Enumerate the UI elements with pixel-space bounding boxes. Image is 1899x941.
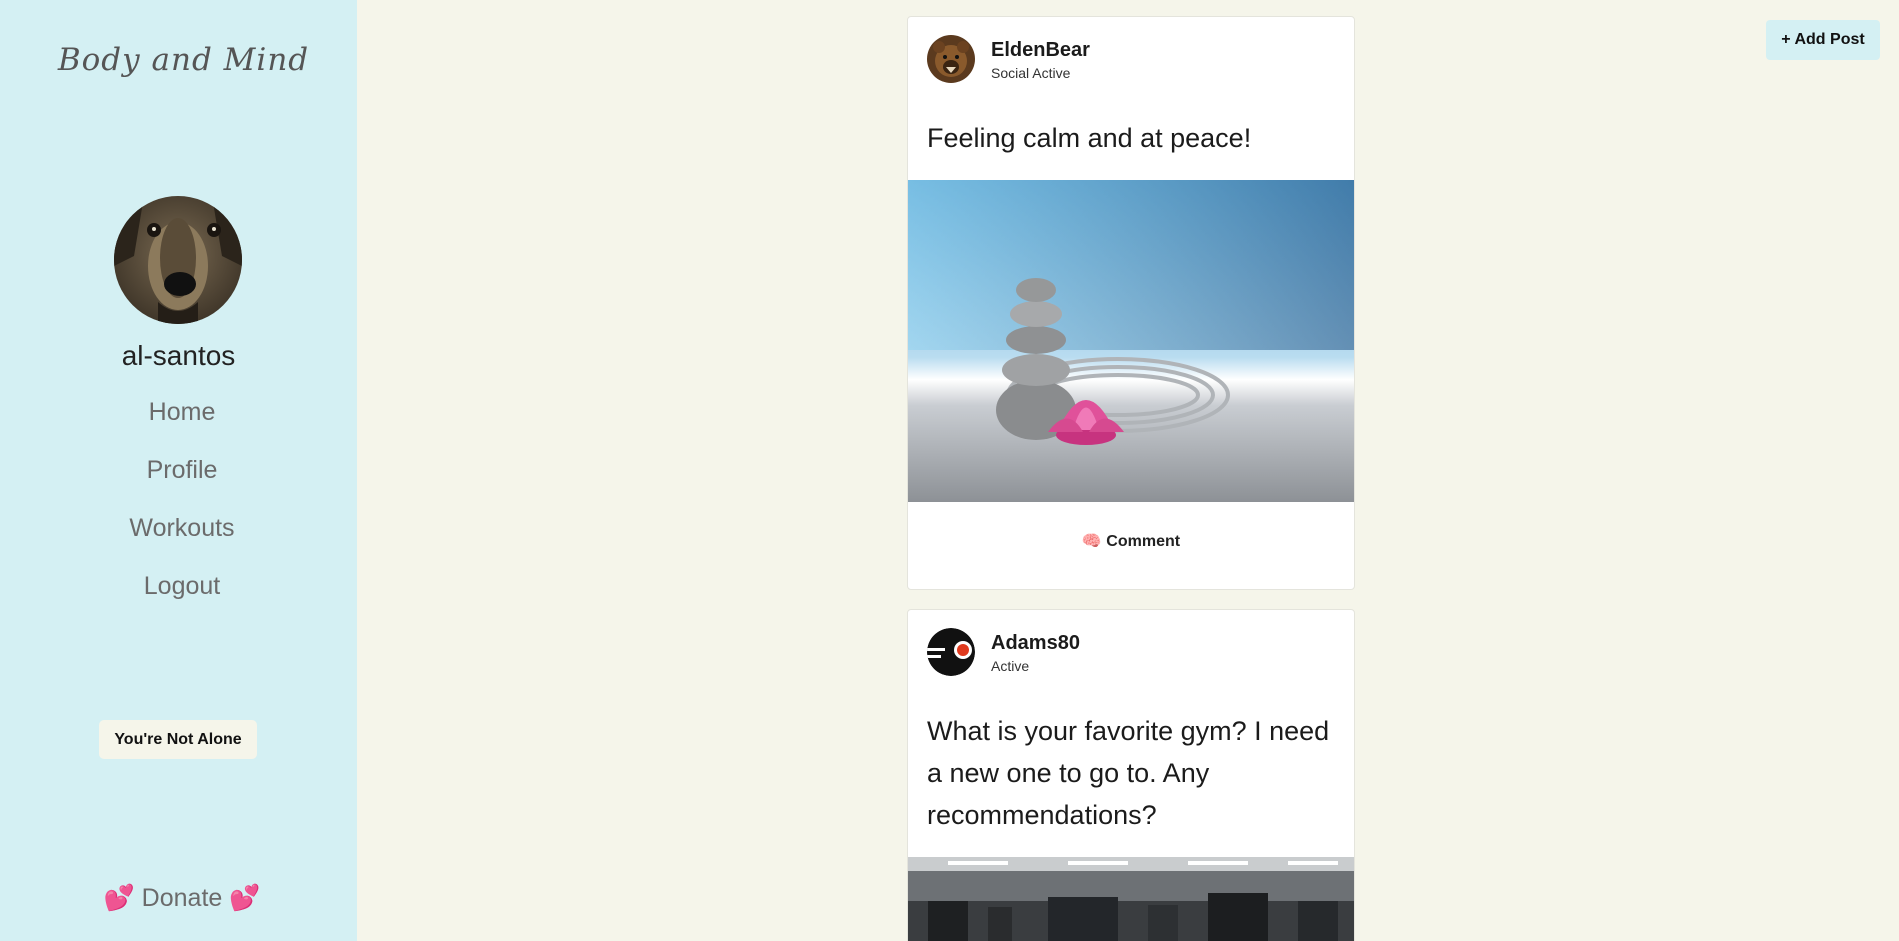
post-username[interactable]: EldenBear — [991, 39, 1090, 62]
post-text: What is your favorite gym? I need a new … — [927, 716, 1330, 830]
brand-logo[interactable]: Body and Mind — [0, 42, 367, 78]
nav-home[interactable]: Home — [0, 394, 364, 452]
user-avatar[interactable] — [114, 196, 242, 324]
nav-workouts[interactable]: Workouts — [0, 510, 364, 568]
post-user-status: Active — [991, 658, 1030, 674]
comment-button[interactable]: 🧠 Comment — [908, 502, 1354, 582]
gym-interior-image — [908, 857, 1354, 941]
nav-profile[interactable]: Profile — [0, 452, 364, 510]
sidebar-nav: Home Profile Workouts Logout — [0, 394, 364, 626]
zen-stones-lotus-image — [908, 180, 1354, 502]
donate-link[interactable]: 💕 Donate 💕 — [0, 884, 364, 913]
post-user-avatar[interactable] — [927, 35, 975, 83]
post-card: EldenBear Social Active Feeling calm and… — [907, 16, 1355, 590]
sidebar: Body and Mind al-santos Home Profile Wor… — [0, 0, 357, 941]
username: al-santos — [121, 340, 236, 371]
dog-avatar-image — [114, 196, 242, 324]
post-text: Feeling calm and at peace! — [927, 123, 1252, 153]
post-user-status: Social Active — [991, 65, 1071, 81]
youre-not-alone-button[interactable]: You're Not Alone — [99, 720, 257, 759]
nav-logout[interactable]: Logout — [0, 568, 364, 626]
post-header: EldenBear Social Active — [908, 17, 1354, 97]
post-username[interactable]: Adams80 — [991, 632, 1080, 655]
post-card: Adams80 Active What is your favorite gym… — [907, 609, 1355, 941]
post-user-avatar[interactable] — [927, 628, 975, 676]
flyers-logo-avatar — [927, 628, 975, 676]
bear-avatar-image — [927, 35, 975, 83]
add-post-button[interactable]: + Add Post — [1766, 20, 1880, 60]
post-header: Adams80 Active — [908, 610, 1354, 690]
